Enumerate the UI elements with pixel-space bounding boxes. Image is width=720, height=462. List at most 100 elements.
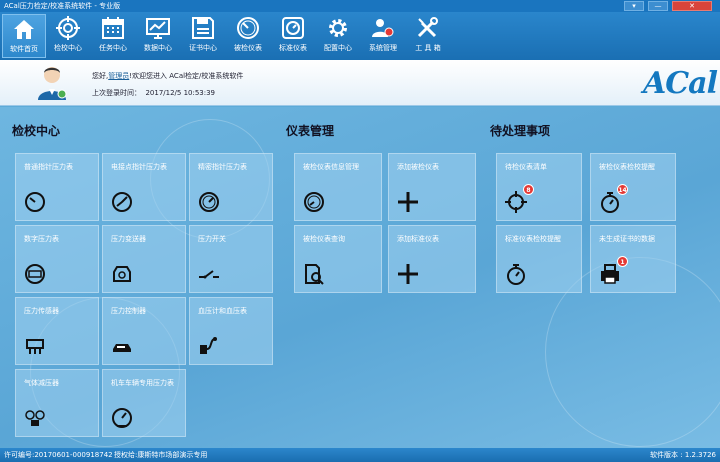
plus-icon xyxy=(398,192,418,212)
toolbar-label: 标准仪表 xyxy=(279,44,307,52)
tile-label: 未生成证书的数据 xyxy=(599,235,655,243)
locomotive-gauge-icon xyxy=(112,408,132,428)
tile-gas-reducer[interactable]: 气体减压器 xyxy=(15,369,99,437)
toolbar-config-center[interactable]: 配置中心 xyxy=(316,14,360,58)
tile-data-without-certificate[interactable]: 未生成证书的数据 1 xyxy=(590,225,676,293)
toolbar-label: 任务中心 xyxy=(99,44,127,52)
users-icon xyxy=(372,19,394,37)
authorized-to: 授权给:康斯特市场部演示专用 xyxy=(114,451,208,459)
stopwatch-icon xyxy=(507,264,525,285)
contact-gauge-icon xyxy=(112,192,132,212)
main-panel: 检校中心 仪表管理 待处理事项 普通指针压力表 电接点指针压力表 精密指针压力表… xyxy=(0,107,720,448)
gauge-icon xyxy=(237,17,259,39)
toolbar-certificate-center[interactable]: 证书中心 xyxy=(181,14,225,58)
standard-gauge-icon xyxy=(282,17,304,39)
window-titlebar: ACal压力检定/校准系统软件 - 专业版 xyxy=(0,0,720,12)
monitor-chart-icon xyxy=(146,18,170,39)
tile-add-standard-instrument[interactable]: 添加标准仪表 xyxy=(388,225,476,293)
welcome-text: 您好,管理员!欢迎您进入 ACal检定/校准系统软件 xyxy=(92,71,243,81)
tile-electric-contact-gauge[interactable]: 电接点指针压力表 xyxy=(102,153,186,221)
tile-label: 添加被检仪表 xyxy=(397,163,439,171)
sensor-icon xyxy=(26,339,44,354)
controller-icon xyxy=(113,344,131,352)
welcome-message: !欢迎您进入 ACal检定/校准系统软件 xyxy=(129,72,244,80)
search-doc-icon xyxy=(305,264,324,285)
tile-pressure-controller[interactable]: 压力控制器 xyxy=(102,297,186,365)
toolbar-label: 证书中心 xyxy=(189,44,217,52)
tile-digital-gauge[interactable]: 数字压力表 xyxy=(15,225,99,293)
transmitter-icon xyxy=(113,266,131,282)
tile-precision-gauge[interactable]: 精密指针压力表 xyxy=(189,153,273,221)
toolbar-task-center[interactable]: 任务中心 xyxy=(91,14,135,58)
precision-gauge-icon xyxy=(199,192,219,212)
pointer-gauge-icon xyxy=(25,192,45,212)
section-title-instruments: 仪表管理 xyxy=(286,124,335,138)
tile-tested-instrument-query[interactable]: 被检仪表查询 xyxy=(294,225,382,293)
tile-pressure-switch[interactable]: 压力开关 xyxy=(189,225,273,293)
minimize-button[interactable]: — xyxy=(648,1,668,11)
tile-locomotive-gauge[interactable]: 机车车辆专用压力表 xyxy=(102,369,186,437)
toolbar-label: 软件首页 xyxy=(10,45,38,53)
toolbar-tested-instruments[interactable]: 被检仪表 xyxy=(226,14,270,58)
target-icon xyxy=(56,16,80,40)
floppy-icon xyxy=(192,17,214,39)
toolbar-label: 被检仪表 xyxy=(234,44,262,52)
tile-label: 压力变送器 xyxy=(111,235,146,243)
switch-icon xyxy=(199,270,219,279)
tile-label: 压力开关 xyxy=(198,235,226,243)
close-button[interactable]: ✕ xyxy=(672,1,712,11)
tile-label: 电接点指针压力表 xyxy=(111,163,167,171)
username-link[interactable]: 管理员 xyxy=(108,72,129,80)
last-login-value: 2017/12/5 10:53:39 xyxy=(145,89,216,97)
tile-label: 被检仪表查询 xyxy=(303,235,345,243)
blood-pressure-icon xyxy=(200,337,217,354)
tile-tested-calibration-reminder[interactable]: 被检仪表检校提醒 14 xyxy=(590,153,676,221)
tile-blood-pressure[interactable]: 血压计和血压表 xyxy=(189,297,273,365)
crosshair-icon xyxy=(505,191,527,213)
toolbar-system-management[interactable]: 系统管理 xyxy=(361,14,405,58)
toolbar-label: 系统管理 xyxy=(369,44,397,52)
toolbar-data-center[interactable]: 数据中心 xyxy=(136,14,180,58)
toolbar-standard-instruments[interactable]: 标准仪表 xyxy=(271,14,315,58)
tile-tested-instrument-info[interactable]: 被检仪表信息管理 xyxy=(294,153,382,221)
section-title-calibration: 检校中心 xyxy=(12,124,61,138)
plus-icon xyxy=(398,264,418,284)
last-login-label: 上次登录时间： xyxy=(92,89,141,97)
tile-pressure-transmitter[interactable]: 压力变送器 xyxy=(102,225,186,293)
toolbar-label: 数据中心 xyxy=(144,44,172,52)
section-title-pending: 待处理事项 xyxy=(490,124,551,138)
notification-badge: 14 xyxy=(617,184,628,195)
toolbar-label: 检校中心 xyxy=(54,44,82,52)
tile-pending-instrument-list[interactable]: 待检仪表清单 8 xyxy=(496,153,582,221)
last-login: 上次登录时间： 2017/12/5 10:53:39 xyxy=(92,88,215,98)
status-bar: 许可编号:20170601-000918742 授权给:康斯特市场部演示专用 软… xyxy=(0,448,720,462)
printer-icon xyxy=(601,264,619,284)
software-version: 软件版本 : 1.2.3726 xyxy=(650,451,716,459)
tile-label: 数字压力表 xyxy=(24,235,59,243)
stopwatch-icon xyxy=(601,192,619,213)
tile-label: 待检仪表清单 xyxy=(505,163,547,171)
license-number: 许可编号:20170601-000918742 xyxy=(4,451,113,459)
toolbar-home[interactable]: 软件首页 xyxy=(2,14,46,58)
tools-icon xyxy=(417,17,438,38)
tile-label: 被检仪表信息管理 xyxy=(303,163,359,171)
toolbar-label: 工 具 箱 xyxy=(415,44,441,52)
toolbar-calibration-center[interactable]: 检校中心 xyxy=(46,14,90,58)
tile-add-tested-instrument[interactable]: 添加被检仪表 xyxy=(388,153,476,221)
tile-label: 机车车辆专用压力表 xyxy=(111,379,174,387)
notification-badge: 1 xyxy=(617,256,628,267)
tile-label: 普通指针压力表 xyxy=(24,163,73,171)
calendar-icon xyxy=(102,17,124,39)
tile-ordinary-pressure-gauge[interactable]: 普通指针压力表 xyxy=(15,153,99,221)
tile-standard-calibration-reminder[interactable]: 标准仪表检校提醒 xyxy=(496,225,582,293)
digital-gauge-icon xyxy=(25,264,45,284)
tile-label: 添加标准仪表 xyxy=(397,235,439,243)
toolbar-toolbox[interactable]: 工 具 箱 xyxy=(406,14,450,58)
dropdown-button[interactable]: ▾ xyxy=(624,1,644,11)
gear-icon xyxy=(329,19,347,37)
acal-logo: ACal xyxy=(643,66,718,101)
main-toolbar: 软件首页 检校中心 任务中心 数据中心 证书中心 被检仪表 标准仪表 配置中心 … xyxy=(0,12,720,60)
tile-label: 气体减压器 xyxy=(24,379,59,387)
tile-label: 压力控制器 xyxy=(111,307,146,315)
tile-pressure-sensor[interactable]: 压力传感器 xyxy=(15,297,99,365)
